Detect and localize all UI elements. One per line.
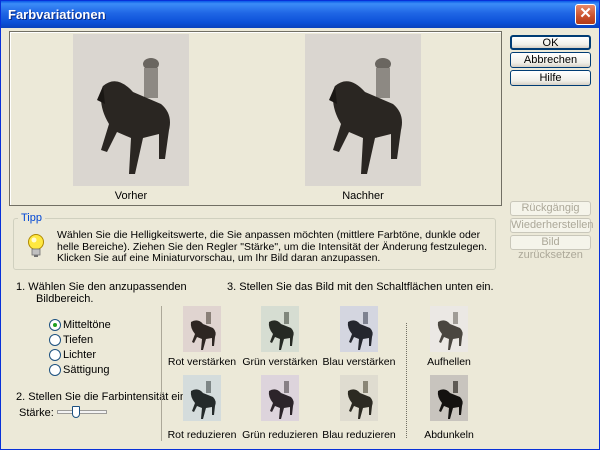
step1-label: 1. Wählen Sie den anzupassenden: [16, 281, 187, 293]
after-label: Nachher: [342, 190, 384, 202]
window-title: Farbvariationen: [8, 7, 106, 22]
strength-label: Stärke:: [19, 407, 54, 419]
strength-slider-track[interactable]: [57, 410, 107, 414]
lighten-thumbnail[interactable]: [430, 306, 468, 352]
close-button[interactable]: ✕: [575, 4, 596, 25]
lighten-darken-divider: [406, 323, 407, 438]
redo-button[interactable]: Wiederherstellen: [510, 218, 594, 233]
step3-label: 3. Stellen Sie das Bild mit den Schaltfl…: [227, 281, 494, 293]
horse-rider-graphic: [261, 375, 299, 421]
section-divider: [161, 306, 162, 441]
radio-midtones-label[interactable]: Mitteltöne: [63, 319, 111, 331]
horse-rider-graphic: [261, 306, 299, 352]
cancel-button[interactable]: Abbrechen: [510, 52, 591, 68]
help-button[interactable]: Hilfe: [510, 70, 591, 86]
red-increase-thumbnail[interactable]: [183, 306, 221, 352]
horse-rider-graphic: [183, 306, 221, 352]
tip-text: Wählen Sie die Helligkeitswerte, die Sie…: [57, 229, 488, 264]
green-decrease-thumbnail[interactable]: [261, 375, 299, 421]
dialog-window: Farbvariationen ✕ Vorher Nachher OK Abbr…: [0, 0, 600, 450]
reset-image-button[interactable]: Bild zurücksetzen: [510, 235, 591, 261]
radio-saturation-label[interactable]: Sättigung: [63, 364, 109, 376]
horse-rider-graphic: [305, 34, 421, 186]
after-preview-image: [305, 34, 421, 186]
step1-label-cont: Bildbereich.: [36, 293, 94, 305]
before-preview-image: [73, 34, 189, 186]
blue-decrease-label[interactable]: Blau reduzieren: [314, 429, 404, 441]
horse-rider-graphic: [340, 306, 378, 352]
radio-shadows-label[interactable]: Tiefen: [63, 334, 93, 346]
horse-rider-graphic: [183, 375, 221, 421]
horse-rider-graphic: [340, 375, 378, 421]
red-decrease-thumbnail[interactable]: [183, 375, 221, 421]
horse-rider-graphic: [430, 306, 468, 352]
before-label: Vorher: [114, 190, 148, 202]
green-increase-label[interactable]: Grün verstärken: [235, 356, 325, 368]
green-increase-thumbnail[interactable]: [261, 306, 299, 352]
green-decrease-label[interactable]: Grün reduzieren: [235, 429, 325, 441]
darken-label[interactable]: Abdunkeln: [404, 429, 494, 441]
blue-increase-label[interactable]: Blau verstärken: [314, 356, 404, 368]
radio-midtones[interactable]: [49, 319, 61, 331]
radio-saturation[interactable]: [49, 364, 61, 376]
blue-decrease-thumbnail[interactable]: [340, 375, 378, 421]
horse-rider-graphic: [73, 34, 189, 186]
lightbulb-icon: [28, 234, 44, 257]
ok-button[interactable]: OK: [510, 35, 591, 50]
red-decrease-label[interactable]: Rot reduzieren: [157, 429, 247, 441]
strength-slider-thumb[interactable]: [72, 406, 80, 418]
blue-increase-thumbnail[interactable]: [340, 306, 378, 352]
undo-button[interactable]: Rückgängig: [510, 201, 591, 216]
radio-highlights-label[interactable]: Lichter: [63, 349, 96, 361]
darken-thumbnail[interactable]: [430, 375, 468, 421]
red-increase-label[interactable]: Rot verstärken: [157, 356, 247, 368]
title-bar[interactable]: Farbvariationen ✕: [1, 1, 599, 28]
tip-legend: Tipp: [18, 212, 45, 224]
step2-label: 2. Stellen Sie die Farbintensität ein.: [16, 391, 190, 403]
lighten-label[interactable]: Aufhellen: [404, 356, 494, 368]
radio-highlights[interactable]: [49, 349, 61, 361]
horse-rider-graphic: [430, 375, 468, 421]
radio-shadows[interactable]: [49, 334, 61, 346]
